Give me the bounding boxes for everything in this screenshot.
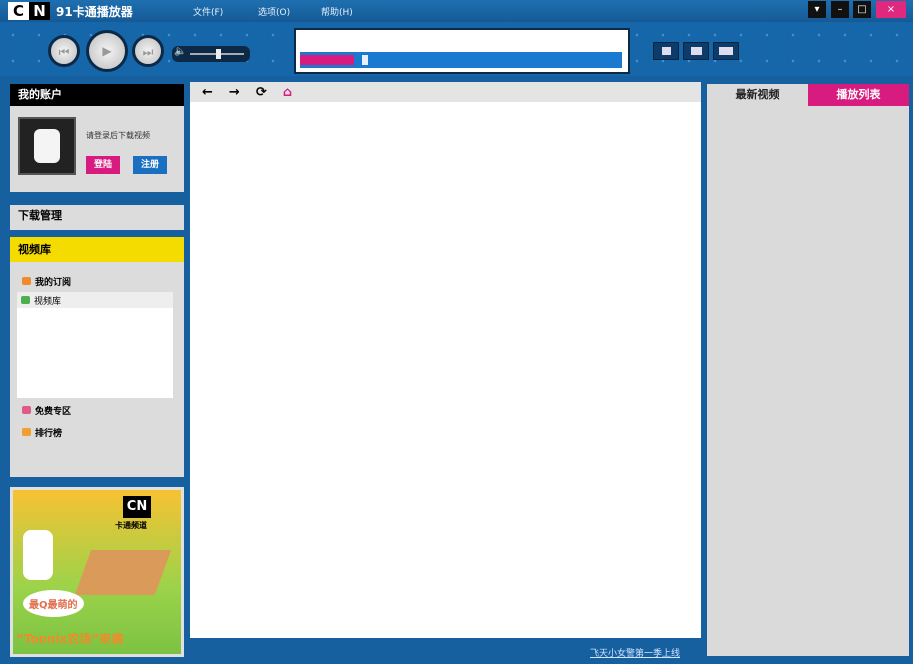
account-panel: 请登录后下载视频 登陆 注册 bbox=[10, 106, 184, 192]
view-single-button[interactable] bbox=[653, 42, 679, 60]
download-manager[interactable]: 下载管理 bbox=[10, 205, 184, 230]
account-header: 我的账户 bbox=[10, 84, 184, 106]
free-icon bbox=[22, 406, 31, 414]
avatar bbox=[18, 117, 76, 175]
ad-slogan: 最Q最萌的 bbox=[23, 590, 84, 617]
register-button[interactable]: 注册 bbox=[133, 156, 167, 174]
tab-latest-videos[interactable]: 最新视频 bbox=[707, 84, 808, 106]
ad-cn-logo: CN bbox=[123, 496, 151, 518]
home-icon[interactable]: ⌂ bbox=[283, 85, 292, 100]
minimize-button[interactable]: – bbox=[831, 1, 849, 18]
volume-slider[interactable]: 🔈 bbox=[172, 46, 250, 62]
library-item-videos[interactable]: 视频库 bbox=[17, 292, 173, 308]
library-panel: 我的订阅 视频库 免费专区 排行榜 bbox=[10, 262, 184, 477]
nav-bar: ← → ⟳ ⌂ bbox=[190, 82, 701, 102]
tv-icon bbox=[21, 296, 30, 304]
library-label: 视频库 bbox=[18, 243, 51, 256]
close-button[interactable]: × bbox=[876, 1, 906, 18]
library-list: 视频库 bbox=[17, 292, 173, 398]
refresh-icon[interactable]: ⟳ bbox=[256, 85, 267, 100]
menu-file[interactable]: 文件(F) bbox=[193, 5, 223, 18]
ad-headline: “Toonix农场”来袭 bbox=[16, 632, 124, 646]
ad-brand: 卡通频道 bbox=[115, 521, 147, 530]
ranking-icon bbox=[22, 428, 31, 436]
view-double-button[interactable] bbox=[683, 42, 709, 60]
account-header-label: 我的账户 bbox=[18, 88, 62, 101]
forward-icon[interactable]: → bbox=[229, 85, 240, 100]
item-label: 我的订阅 bbox=[35, 277, 72, 288]
library-item-subscriptions[interactable]: 我的订阅 bbox=[22, 273, 71, 289]
menu-help[interactable]: 帮助(H) bbox=[321, 5, 353, 18]
login-button[interactable]: 登陆 bbox=[86, 156, 120, 174]
title-bar: CN 91卡通播放器 文件(F) 选项(O) 帮助(H) ▾ – □ × bbox=[0, 0, 913, 22]
next-button[interactable]: ⏭ bbox=[132, 35, 164, 67]
right-panel: 最新视频 播放列表 bbox=[707, 84, 909, 656]
menu-options[interactable]: 选项(O) bbox=[258, 5, 290, 18]
speaker-icon: 🔈 bbox=[174, 46, 187, 57]
play-button[interactable]: ▶ bbox=[86, 30, 128, 72]
item-label: 排行榜 bbox=[35, 428, 63, 439]
item-label: 视频库 bbox=[34, 296, 62, 307]
ad-farm bbox=[74, 550, 172, 595]
library-item-free[interactable]: 免费专区 bbox=[22, 402, 71, 418]
login-prompt: 请登录后下载视频 bbox=[86, 131, 150, 140]
browser-pane: ← → ⟳ ⌂ bbox=[190, 82, 701, 638]
back-icon[interactable]: ← bbox=[202, 85, 213, 100]
library-header[interactable]: 视频库 bbox=[10, 237, 184, 262]
volume-handle[interactable] bbox=[216, 49, 221, 59]
footer-link[interactable]: 飞天小女警第一季上线 bbox=[590, 646, 680, 659]
ad-character bbox=[23, 530, 53, 580]
view-triple-button[interactable] bbox=[713, 42, 739, 60]
progress-fill bbox=[300, 55, 354, 65]
library-item-ranking[interactable]: 排行榜 bbox=[22, 424, 62, 440]
progress-handle[interactable] bbox=[362, 55, 368, 65]
download-label: 下载管理 bbox=[18, 209, 62, 222]
item-label: 免费专区 bbox=[35, 406, 72, 417]
app-title: 91卡通播放器 bbox=[56, 5, 133, 19]
progress-panel bbox=[294, 28, 630, 74]
cn-logo: CN bbox=[8, 2, 50, 20]
ad-banner[interactable]: CN 卡通频道 最Q最萌的 “Toonix农场”来袭 bbox=[10, 487, 184, 657]
prev-button[interactable]: ⏮ bbox=[48, 35, 80, 67]
maximize-button[interactable]: □ bbox=[853, 1, 871, 18]
subscription-icon bbox=[22, 277, 31, 285]
dropdown-button[interactable]: ▾ bbox=[808, 1, 826, 18]
progress-bar[interactable] bbox=[300, 52, 622, 68]
tab-playlist[interactable]: 播放列表 bbox=[808, 84, 909, 106]
